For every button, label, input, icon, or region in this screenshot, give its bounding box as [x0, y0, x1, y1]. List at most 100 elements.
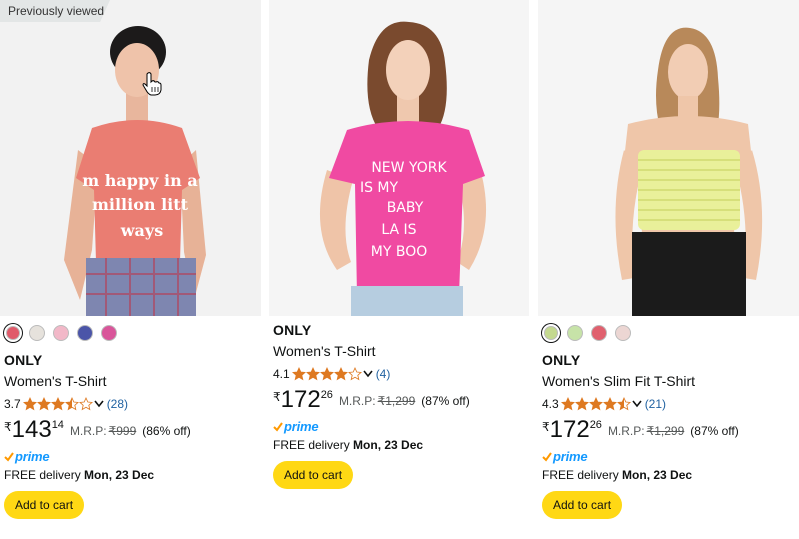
product-title[interactable]: Women's Slim Fit T-Shirt	[542, 370, 799, 392]
delivery-prefix: FREE delivery	[542, 468, 619, 482]
color-swatch[interactable]	[101, 325, 117, 341]
color-swatch[interactable]	[544, 326, 558, 340]
add-to-cart-button[interactable]: Add to cart	[542, 491, 623, 519]
rating-row: 4.3 (21)	[542, 392, 799, 416]
star-rating-icon[interactable]	[560, 397, 631, 411]
mrp-value: ₹1,299	[646, 424, 685, 438]
product-image[interactable]: m happy in a million litt ways Previousl…	[0, 0, 261, 316]
star-icon	[602, 397, 617, 411]
prime-check-icon	[542, 451, 552, 462]
add-to-cart-button[interactable]: Add to cart	[273, 461, 354, 489]
prime-badge: prime	[542, 448, 799, 465]
currency-symbol: ₹	[273, 390, 281, 404]
color-swatch[interactable]	[567, 325, 583, 341]
shirt-print-line: NEW YORK	[371, 160, 447, 176]
add-to-cart-button[interactable]: Add to cart	[4, 491, 85, 519]
product-image[interactable]	[538, 0, 799, 316]
product-image[interactable]: NEW YORK IS MY BABY LA IS MY BOO	[269, 0, 529, 316]
star-icon	[291, 367, 306, 381]
product-brand: ONLY	[4, 352, 43, 368]
rating-value: 3.7	[4, 397, 21, 411]
price-fraction: 26	[320, 389, 333, 401]
star-icon	[333, 367, 348, 381]
prime-check-icon	[4, 451, 14, 462]
product-photo: m happy in a million litt ways	[64, 26, 206, 316]
hand-cursor-icon	[142, 72, 162, 96]
shirt-print-line: MY BOO	[371, 244, 427, 260]
price-fraction: 26	[589, 419, 602, 431]
delivery-date: Mon, 23 Dec	[84, 468, 155, 482]
currency-symbol: ₹	[542, 420, 550, 434]
shirt-print-line: BABY	[387, 200, 424, 216]
star-icon	[588, 397, 603, 411]
star-icon	[560, 397, 575, 411]
color-swatch[interactable]	[29, 325, 45, 341]
prime-badge: prime	[4, 448, 261, 465]
prime-check-icon	[273, 421, 283, 432]
delivery-info: FREE delivery Mon, 23 Dec	[4, 465, 261, 485]
delivery-date: Mon, 23 Dec	[353, 438, 424, 452]
star-icon	[50, 397, 65, 411]
delivery-info: FREE delivery Mon, 23 Dec	[542, 465, 799, 485]
product-card[interactable]: ONLY Women's Slim Fit T-Shirt 4.3 (21) ₹…	[538, 0, 799, 539]
color-swatch[interactable]	[591, 325, 607, 341]
mrp: M.R.P: ₹1,299	[339, 394, 415, 408]
review-count-link[interactable]: (4)	[376, 367, 391, 381]
mrp-value: ₹1,299	[377, 394, 416, 408]
star-icon	[64, 397, 79, 411]
star-rating-icon[interactable]	[22, 397, 93, 411]
price-whole: 172	[280, 386, 321, 413]
product-title[interactable]: Women's T-Shirt	[273, 340, 529, 362]
mrp-label: M.R.P:	[338, 394, 376, 408]
price-whole: 143	[11, 416, 52, 443]
price: ₹ 143 14 M.R.P: ₹999 (86% off)	[4, 416, 261, 448]
star-icon	[319, 367, 334, 381]
delivery-date: Mon, 23 Dec	[622, 468, 693, 482]
color-swatches	[542, 316, 799, 350]
mrp: M.R.P: ₹1,299	[608, 424, 684, 438]
price: ₹ 172 26 M.R.P: ₹1,299 (87% off)	[542, 416, 799, 448]
delivery-prefix: FREE delivery	[273, 438, 350, 452]
rating-row: 3.7 (28)	[4, 392, 261, 416]
color-swatch[interactable]	[53, 325, 69, 341]
color-swatch[interactable]	[6, 326, 20, 340]
mrp: M.R.P: ₹999	[70, 424, 136, 438]
prime-badge: prime	[273, 418, 529, 435]
rating-row: 4.1 (4)	[273, 362, 529, 386]
star-icon	[305, 367, 320, 381]
price: ₹ 172 26 M.R.P: ₹1,299 (87% off)	[273, 386, 529, 418]
color-swatches	[4, 316, 261, 350]
product-grid: m happy in a million litt ways Previousl…	[0, 0, 799, 539]
prime-label: prime	[284, 419, 319, 434]
discount-percent: (86% off)	[142, 424, 191, 438]
star-icon	[78, 397, 93, 411]
price-whole: 172	[549, 416, 590, 443]
product-title[interactable]: Women's T-Shirt	[4, 370, 261, 392]
star-rating-icon[interactable]	[291, 367, 362, 381]
review-count-link[interactable]: (28)	[107, 397, 128, 411]
currency-symbol: ₹	[4, 420, 12, 434]
star-icon	[347, 367, 362, 381]
shirt-print-line: million litt	[92, 195, 189, 214]
color-swatch[interactable]	[77, 325, 93, 341]
delivery-prefix: FREE delivery	[4, 468, 81, 482]
chevron-down-icon[interactable]	[363, 370, 373, 378]
product-card[interactable]: m happy in a million litt ways Previousl…	[0, 0, 261, 539]
rating-value: 4.1	[273, 367, 290, 381]
mrp-label: M.R.P:	[607, 424, 645, 438]
shirt-print-line: IS MY	[360, 180, 399, 196]
mrp-label: M.R.P:	[69, 424, 107, 438]
previously-viewed-badge: Previously viewed	[0, 0, 110, 22]
chevron-down-icon[interactable]	[632, 400, 642, 408]
discount-percent: (87% off)	[421, 394, 470, 408]
prime-label: prime	[15, 449, 50, 464]
chevron-down-icon[interactable]	[94, 400, 104, 408]
price-fraction: 14	[51, 419, 64, 431]
product-card[interactable]: NEW YORK IS MY BABY LA IS MY BOO ONLY Wo…	[269, 0, 529, 539]
star-icon	[574, 397, 589, 411]
shirt-print-line: m happy in a	[82, 171, 197, 190]
star-icon	[36, 397, 51, 411]
review-count-link[interactable]: (21)	[645, 397, 666, 411]
shirt-print-line: LA IS	[381, 222, 416, 238]
color-swatch[interactable]	[615, 325, 631, 341]
